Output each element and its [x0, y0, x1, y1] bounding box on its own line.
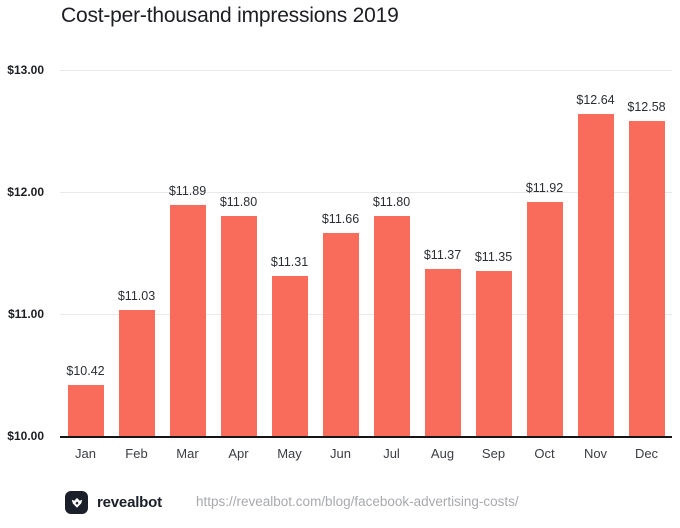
bar-value-label: $11.31 — [270, 255, 309, 270]
brand-name: revealbot — [97, 494, 162, 511]
bar[interactable] — [526, 201, 563, 436]
x-axis-tick-label: Nov — [583, 446, 608, 461]
bar-group[interactable]: $11.80 — [219, 0, 258, 436]
x-axis-tick-label: Oct — [534, 446, 555, 461]
bar-group[interactable]: $11.80 — [372, 0, 411, 436]
x-axis-tick-label: Apr — [228, 446, 249, 461]
bar[interactable] — [169, 205, 206, 436]
bar[interactable] — [577, 113, 614, 436]
bar-group[interactable]: $12.64 — [576, 0, 615, 436]
bar-group[interactable]: $11.37 — [423, 0, 462, 436]
bar-value-label: $11.35 — [474, 250, 513, 265]
bar-group[interactable]: $12.58 — [627, 0, 666, 436]
bar-group[interactable]: $11.66 — [321, 0, 360, 436]
y-axis-tick-label: $11.00 — [7, 307, 44, 321]
bar-value-label: $11.37 — [423, 247, 462, 262]
bar-value-label: $11.80 — [372, 195, 411, 210]
y-axis-tick-label: $10.00 — [7, 429, 44, 443]
bar-value-label: $11.89 — [168, 184, 207, 199]
bar[interactable] — [271, 276, 308, 436]
bar-value-label: $11.80 — [219, 195, 258, 210]
x-axis-tick-label: Feb — [125, 446, 148, 461]
x-axis-line — [60, 436, 672, 438]
bar-value-label: $11.03 — [117, 289, 156, 304]
bar-value-label: $12.58 — [627, 100, 666, 115]
bar[interactable] — [628, 121, 665, 436]
bar-group[interactable]: $10.42 — [66, 0, 105, 436]
x-axis-tick-label: Sep — [481, 446, 506, 461]
bar-value-label: $11.66 — [321, 212, 360, 227]
x-axis-tick-label: May — [277, 446, 302, 461]
chart-footer: revealbot https://revealbot.com/blog/fac… — [0, 490, 680, 528]
y-axis-tick-label: $12.00 — [7, 185, 44, 199]
bar-group[interactable]: $11.92 — [525, 0, 564, 436]
x-axis-tick-label: Dec — [634, 446, 659, 461]
bar-group[interactable]: $11.89 — [168, 0, 207, 436]
revealbot-crown-logo-icon — [65, 491, 88, 514]
x-axis-tick-label: Jul — [383, 446, 400, 461]
bar-group[interactable]: $11.03 — [117, 0, 156, 436]
brand-block: revealbot — [65, 491, 162, 514]
bar-value-label: $11.92 — [525, 180, 564, 195]
bar[interactable] — [475, 271, 512, 436]
x-axis-tick-label: Aug — [430, 446, 455, 461]
x-axis-tick-label: Mar — [176, 446, 199, 461]
x-axis-tick-label: Jan — [75, 446, 96, 461]
bars-layer: $10.42 $11.03 $11.89 $11.80 $11.31 $11.66 $11.… — [60, 0, 672, 436]
bar-group[interactable]: $11.35 — [474, 0, 513, 436]
bar[interactable] — [322, 233, 359, 436]
bar[interactable] — [373, 216, 410, 436]
y-axis-tick-label: $13.00 — [7, 63, 44, 77]
source-url: https://revealbot.com/blog/facebook-adve… — [196, 494, 519, 509]
bar[interactable] — [118, 310, 155, 436]
chart-container: Cost-per-thousand impressions 2019 $10.0… — [0, 0, 680, 528]
bar[interactable] — [220, 216, 257, 436]
bar-value-label: $12.64 — [576, 92, 615, 107]
x-axis-tick-label: Jun — [330, 446, 351, 461]
bar[interactable] — [67, 384, 104, 436]
bar-group[interactable]: $11.31 — [270, 0, 309, 436]
bar-value-label: $10.42 — [66, 363, 105, 378]
bar[interactable] — [424, 268, 461, 436]
